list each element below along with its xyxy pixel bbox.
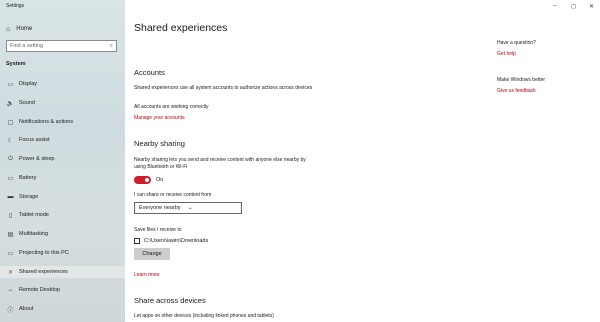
sidebar-item-focus-assist[interactable]: ☾ Focus assist — [0, 134, 125, 146]
storage-icon: ▬ — [7, 194, 14, 200]
section-heading: System — [6, 61, 26, 67]
shared-experiences-icon: ✕ — [7, 269, 14, 276]
manage-accounts-link[interactable]: Manage your accounts — [134, 115, 314, 122]
accounts-heading: Accounts — [134, 68, 165, 77]
main-content: – ◻ ✕ Shared experiences Accounts Shared… — [125, 0, 600, 322]
battery-icon: ▭ — [7, 175, 14, 182]
share-across-devices-heading: Share across devices — [134, 296, 206, 305]
sidebar-item-battery[interactable]: ▭ Battery — [0, 172, 125, 184]
question-heading: Have a question? — [497, 40, 536, 46]
save-path: C:\Users\iawin\Downloads — [144, 238, 209, 244]
home-label: Home — [16, 26, 33, 32]
home-nav-item[interactable]: ⌂ Home — [6, 24, 32, 34]
sidebar-item-label: Power & sleep — [19, 156, 55, 162]
power-icon: ⏻ — [8, 155, 13, 162]
sidebar-item-remote-desktop[interactable]: ↔ Remote Desktop — [0, 284, 125, 296]
sidebar-item-label: Shared experiences — [19, 269, 68, 275]
sidebar-item-about[interactable]: ⓘ About — [0, 303, 125, 315]
toggle-state-label: On — [156, 177, 164, 183]
sidebar-item-label: Storage — [19, 194, 39, 200]
sidebar-item-multitasking[interactable]: ▤ Multitasking — [0, 228, 125, 240]
sidebar-item-label: Notifications & actions — [19, 119, 74, 125]
sidebar-item-label: Remote Desktop — [19, 287, 60, 293]
home-icon: ⌂ — [6, 25, 11, 33]
accounts-status: All accounts are working correctly — [134, 104, 209, 110]
close-button[interactable]: ✕ — [589, 3, 594, 10]
search-input[interactable]: Find a setting — [10, 43, 110, 49]
notifications-icon: ▢ — [7, 119, 14, 126]
accounts-description: Shared experiences use all system accoun… — [134, 85, 313, 91]
sound-icon: 🔈 — [6, 100, 15, 107]
toggle-knob — [145, 178, 149, 182]
search-icon: ⌕ — [109, 42, 113, 49]
sidebar-item-label: Focus assist — [19, 137, 50, 143]
sidebar-item-shared-experiences[interactable]: ✕ Shared experiences — [0, 266, 125, 278]
nearby-sharing-description: Nearby sharing lets you send and receive… — [134, 157, 306, 170]
sidebar-item-label: About — [19, 306, 34, 312]
nearby-sharing-toggle[interactable] — [134, 176, 151, 184]
nearby-sharing-heading: Nearby sharing — [134, 139, 185, 148]
sidebar-item-label: Projecting to this PC — [19, 250, 69, 256]
change-button[interactable]: Change — [134, 248, 170, 260]
learn-more-link[interactable]: Learn more — [134, 272, 314, 279]
sidebar-item-tablet-mode[interactable]: ▯ Tablet mode — [0, 209, 125, 221]
sidebar-item-display[interactable]: ▭ Display — [0, 78, 125, 90]
sidebar-item-label: Display — [19, 81, 38, 87]
window-title: Settings — [6, 3, 25, 9]
sidebar-item-label: Battery — [19, 175, 37, 181]
sidebar-item-notifications-actions[interactable]: ▢ Notifications & actions — [0, 116, 125, 128]
share-from-label: I can share or receive content from — [134, 192, 212, 198]
maximize-button[interactable]: ◻ — [571, 3, 576, 10]
multitasking-icon: ▤ — [7, 231, 14, 238]
get-help-link[interactable]: Get help — [497, 51, 516, 57]
sidebar-item-label: Sound — [19, 100, 35, 106]
display-icon: ▭ — [7, 81, 14, 88]
give-feedback-link[interactable]: Give us feedback — [497, 88, 536, 94]
tablet-icon: ▯ — [8, 212, 13, 219]
remote-desktop-icon: ↔ — [7, 287, 14, 293]
folder-icon — [134, 238, 140, 244]
sidebar-item-sound[interactable]: 🔈 Sound — [0, 97, 125, 109]
save-folder: C:\Users\iawin\Downloads — [134, 238, 208, 244]
minimize-button[interactable]: – — [553, 3, 556, 9]
search-field[interactable]: Find a setting ⌕ — [6, 40, 117, 52]
page-title: Shared experiences — [134, 22, 228, 34]
projecting-icon: ▭ — [7, 250, 14, 257]
sidebar-item-power-sleep[interactable]: ⏻ Power & sleep — [0, 153, 125, 165]
sidebar-item-storage[interactable]: ▬ Storage — [0, 191, 125, 203]
focus-assist-icon: ☾ — [7, 137, 14, 144]
save-files-label: Save files I receive to — [134, 227, 182, 233]
sidebar-item-label: Multitasking — [19, 231, 49, 237]
sidebar: Settings ⌂ Home Find a setting ⌕ System … — [0, 0, 125, 322]
sidebar-item-projecting-to-this-pc[interactable]: ▭ Projecting to this PC — [0, 247, 125, 259]
make-windows-better-heading: Make Windows better — [497, 77, 546, 83]
about-icon: ⓘ — [7, 307, 14, 314]
share-from-dropdown[interactable]: Everyone nearby ⌄ — [134, 202, 242, 214]
chevron-down-icon: ⌄ — [188, 205, 193, 211]
sidebar-item-label: Tablet mode — [19, 212, 49, 218]
share-from-value: Everyone nearby — [139, 205, 181, 211]
share-across-devices-description: Let apps on other devices (including lin… — [134, 313, 274, 319]
